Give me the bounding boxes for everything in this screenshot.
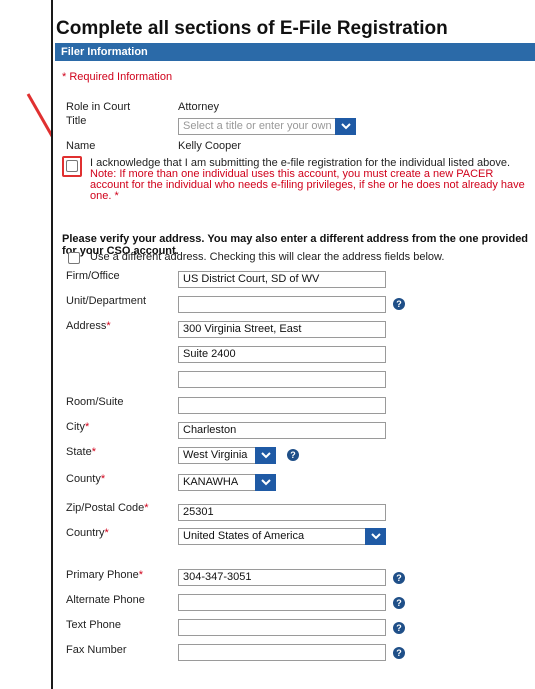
different-address-checkbox[interactable]	[68, 252, 80, 264]
help-icon[interactable]: ?	[393, 597, 405, 609]
chevron-down-icon[interactable]	[255, 447, 276, 464]
acknowledge-text: I acknowledge that I am submitting the e…	[90, 158, 530, 202]
city-input[interactable]: Charleston	[178, 422, 386, 439]
county-select-value: KANAWHA	[183, 476, 239, 488]
zip-input[interactable]: 25301	[178, 504, 386, 521]
alternate-phone-label: Alternate Phone	[66, 594, 145, 606]
title-select[interactable]: Select a title or enter your own	[178, 118, 356, 135]
help-icon[interactable]: ?	[393, 622, 405, 634]
city-label: City*	[66, 421, 89, 433]
country-label: Country*	[66, 527, 109, 539]
unit-input[interactable]	[178, 296, 386, 313]
acknowledge-note: Note: If more than one individual uses t…	[90, 168, 525, 202]
primary-phone-label: Primary Phone*	[66, 569, 143, 581]
text-phone-label: Text Phone	[66, 619, 122, 631]
chevron-down-icon[interactable]	[335, 118, 356, 135]
address-line3-input[interactable]	[178, 371, 386, 388]
country-select[interactable]: United States of America	[178, 528, 386, 545]
title-label: Title	[66, 115, 87, 127]
required-marker: *	[104, 527, 109, 539]
required-marker: *	[138, 569, 144, 581]
primary-phone-label-text: Primary Phone	[66, 569, 139, 581]
fax-label: Fax Number	[66, 644, 127, 656]
chevron-down-icon[interactable]	[365, 528, 386, 545]
required-marker: *	[100, 473, 106, 485]
unit-label: Unit/Department	[66, 295, 147, 307]
address-line2-input[interactable]: Suite 2400	[178, 346, 386, 363]
room-input[interactable]	[178, 397, 386, 414]
address-label: Address*	[66, 320, 111, 332]
city-label-text: City	[66, 421, 85, 433]
section-header-filer-information: Filer Information	[55, 43, 535, 61]
state-select[interactable]: West Virginia	[178, 447, 276, 464]
required-marker: *	[91, 446, 96, 458]
primary-phone-input[interactable]: 304-347-3051	[178, 569, 386, 586]
address-label-text: Address	[66, 320, 107, 332]
role-label: Role in Court	[66, 101, 131, 113]
required-marker: *	[84, 421, 90, 433]
required-marker: *	[106, 320, 111, 332]
alternate-phone-input[interactable]	[178, 594, 386, 611]
county-select[interactable]: KANAWHA	[178, 474, 276, 491]
room-label: Room/Suite	[66, 396, 124, 408]
country-select-value: United States of America	[183, 530, 305, 542]
required-info-note: * Required Information	[62, 71, 173, 83]
help-icon[interactable]: ?	[393, 647, 405, 659]
firm-label: Firm/Office	[66, 270, 120, 282]
address-line1-input[interactable]: 300 Virginia Street, East	[178, 321, 386, 338]
firm-input[interactable]: US District Court, SD of WV	[178, 271, 386, 288]
state-label-text: State	[66, 446, 92, 458]
help-icon[interactable]: ?	[393, 572, 405, 584]
county-label: County*	[66, 473, 105, 485]
zip-label-text: Zip/Postal Code	[66, 502, 145, 514]
country-label-text: Country	[66, 527, 105, 539]
help-icon[interactable]: ?	[287, 449, 299, 461]
page-title: Complete all sections of E-File Registra…	[56, 18, 448, 39]
help-icon[interactable]: ?	[393, 298, 405, 310]
zip-label: Zip/Postal Code*	[66, 502, 149, 514]
role-value: Attorney	[178, 101, 219, 113]
state-label: State*	[66, 446, 96, 458]
required-marker: *	[144, 502, 149, 514]
fax-input[interactable]	[178, 644, 386, 661]
county-label-text: County	[66, 473, 101, 485]
chevron-down-icon[interactable]	[255, 474, 276, 491]
text-phone-input[interactable]	[178, 619, 386, 636]
name-value: Kelly Cooper	[178, 140, 241, 152]
acknowledge-checkbox[interactable]	[66, 160, 78, 172]
different-address-label: Use a different address. Checking this w…	[90, 251, 445, 263]
name-label: Name	[66, 140, 96, 152]
state-select-value: West Virginia	[183, 449, 248, 461]
title-select-placeholder: Select a title or enter your own	[183, 120, 332, 132]
